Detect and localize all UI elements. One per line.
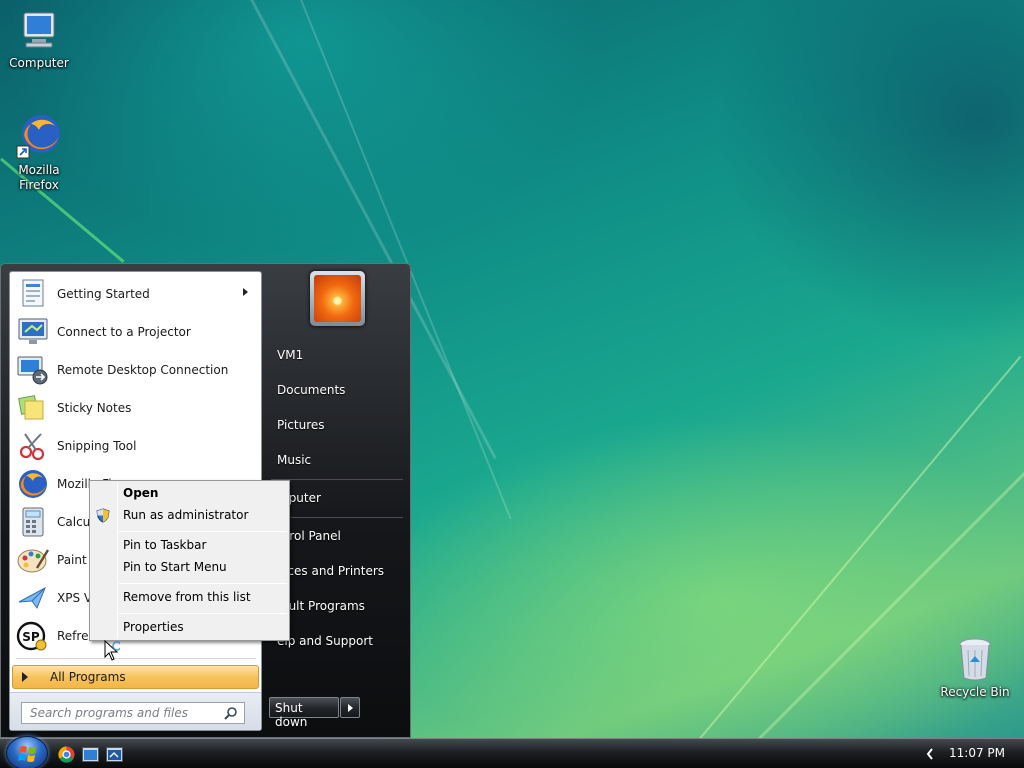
desktop-icon-label: Mozilla Firefox: [18, 163, 60, 192]
desktop-icon-computer[interactable]: Computer: [1, 9, 77, 71]
start-button[interactable]: [6, 736, 48, 768]
shutdown-label: Shut down: [275, 701, 308, 729]
places-item-documents[interactable]: Documents: [277, 383, 345, 397]
start-item-label: Sticky Notes: [57, 401, 132, 415]
places-separator: [271, 479, 403, 480]
user-avatar-icon: [314, 275, 361, 322]
taskbar-clock[interactable]: 11:07 PM: [949, 746, 1005, 760]
context-item-run-as-admin[interactable]: Run as administrator: [123, 508, 248, 522]
start-item-getting-started[interactable]: Getting Started: [12, 275, 260, 313]
start-item-label: Remote Desktop Connection: [57, 363, 229, 377]
search-placeholder: Search programs and files: [30, 706, 188, 720]
start-item-snipping-tool[interactable]: Snipping Tool: [12, 427, 260, 465]
context-menu-gutter: [117, 483, 118, 638]
context-separator: [119, 613, 287, 614]
remote-window-icon[interactable]: [106, 747, 123, 762]
snipping-tool-icon: [19, 433, 45, 461]
start-item-label: Snipping Tool: [57, 439, 137, 453]
search-input[interactable]: Search programs and files: [21, 702, 245, 724]
computer-icon: [23, 12, 55, 48]
all-programs-arrow-icon: [22, 672, 28, 682]
chrome-icon[interactable]: [58, 746, 75, 763]
calculator-icon: [22, 507, 44, 537]
places-item-devices-printers[interactable]: vices and Printers: [277, 564, 384, 578]
explorer-window-icon[interactable]: [82, 747, 99, 762]
sp-refresh-icon: SP: [16, 621, 47, 651]
context-item-pin-taskbar[interactable]: Pin to Taskbar: [123, 538, 206, 552]
places-item-pictures[interactable]: Pictures: [277, 418, 325, 432]
submenu-arrow-icon: [243, 288, 248, 296]
start-item-label: Getting Started: [57, 287, 150, 301]
context-item-pin-start-menu[interactable]: Pin to Start Menu: [123, 560, 227, 574]
getting-started-icon: [22, 279, 44, 307]
programs-divider: [16, 658, 256, 659]
all-programs-button[interactable]: All Programs: [12, 665, 259, 689]
mouse-cursor-icon: [104, 640, 120, 661]
places-item-music[interactable]: Music: [277, 453, 311, 467]
shutdown-options-button[interactable]: [340, 697, 360, 718]
search-area: Search programs and files: [10, 692, 261, 730]
remote-desktop-icon: [17, 356, 48, 385]
start-item-connect-projector[interactable]: Connect to a Projector: [12, 313, 260, 351]
chevron-right-icon: [348, 704, 353, 712]
uac-shield-icon: [96, 508, 110, 523]
projector-icon: [18, 318, 48, 344]
context-item-remove-from-list[interactable]: Remove from this list: [123, 590, 251, 604]
taskbar: 11:07 PM: [0, 736, 1024, 768]
desktop-icon-recycle-bin[interactable]: Recycle Bin: [937, 636, 1013, 700]
context-separator: [119, 531, 287, 532]
start-item-sticky-notes[interactable]: Sticky Notes: [12, 389, 260, 427]
desktop-icon-firefox[interactable]: Mozilla Firefox: [1, 112, 77, 193]
places-item-default-programs[interactable]: fault Programs: [277, 599, 365, 613]
user-picture[interactable]: [310, 271, 365, 326]
shutdown-button[interactable]: Shut down: [269, 697, 339, 729]
context-menu: Open Run as administrator Pin to Taskbar…: [89, 480, 290, 641]
show-hidden-icons-icon[interactable]: [926, 748, 934, 760]
recycle-bin-icon: [959, 638, 991, 681]
start-item-remote-desktop[interactable]: Remote Desktop Connection: [12, 351, 260, 389]
places-separator: [271, 517, 403, 518]
start-item-label: Paint: [57, 553, 87, 567]
context-separator: [119, 583, 287, 584]
context-item-properties[interactable]: Properties: [123, 620, 184, 634]
desktop-icon-label: Recycle Bin: [940, 685, 1010, 699]
context-item-open[interactable]: Open: [123, 486, 158, 500]
firefox-icon: [16, 115, 60, 159]
sticky-notes-icon: [18, 395, 44, 420]
all-programs-label: All Programs: [50, 670, 126, 684]
start-item-label: Connect to a Projector: [57, 325, 191, 339]
search-icon[interactable]: [224, 706, 238, 720]
paint-icon: [17, 549, 50, 573]
desktop-icon-label: Computer: [9, 56, 69, 70]
firefox-icon: [19, 470, 47, 498]
places-item-help-support[interactable]: elp and Support: [277, 634, 373, 648]
windows-logo-icon: [18, 746, 36, 762]
places-item-user[interactable]: VM1: [277, 348, 303, 362]
xps-viewer-icon: [18, 586, 46, 610]
